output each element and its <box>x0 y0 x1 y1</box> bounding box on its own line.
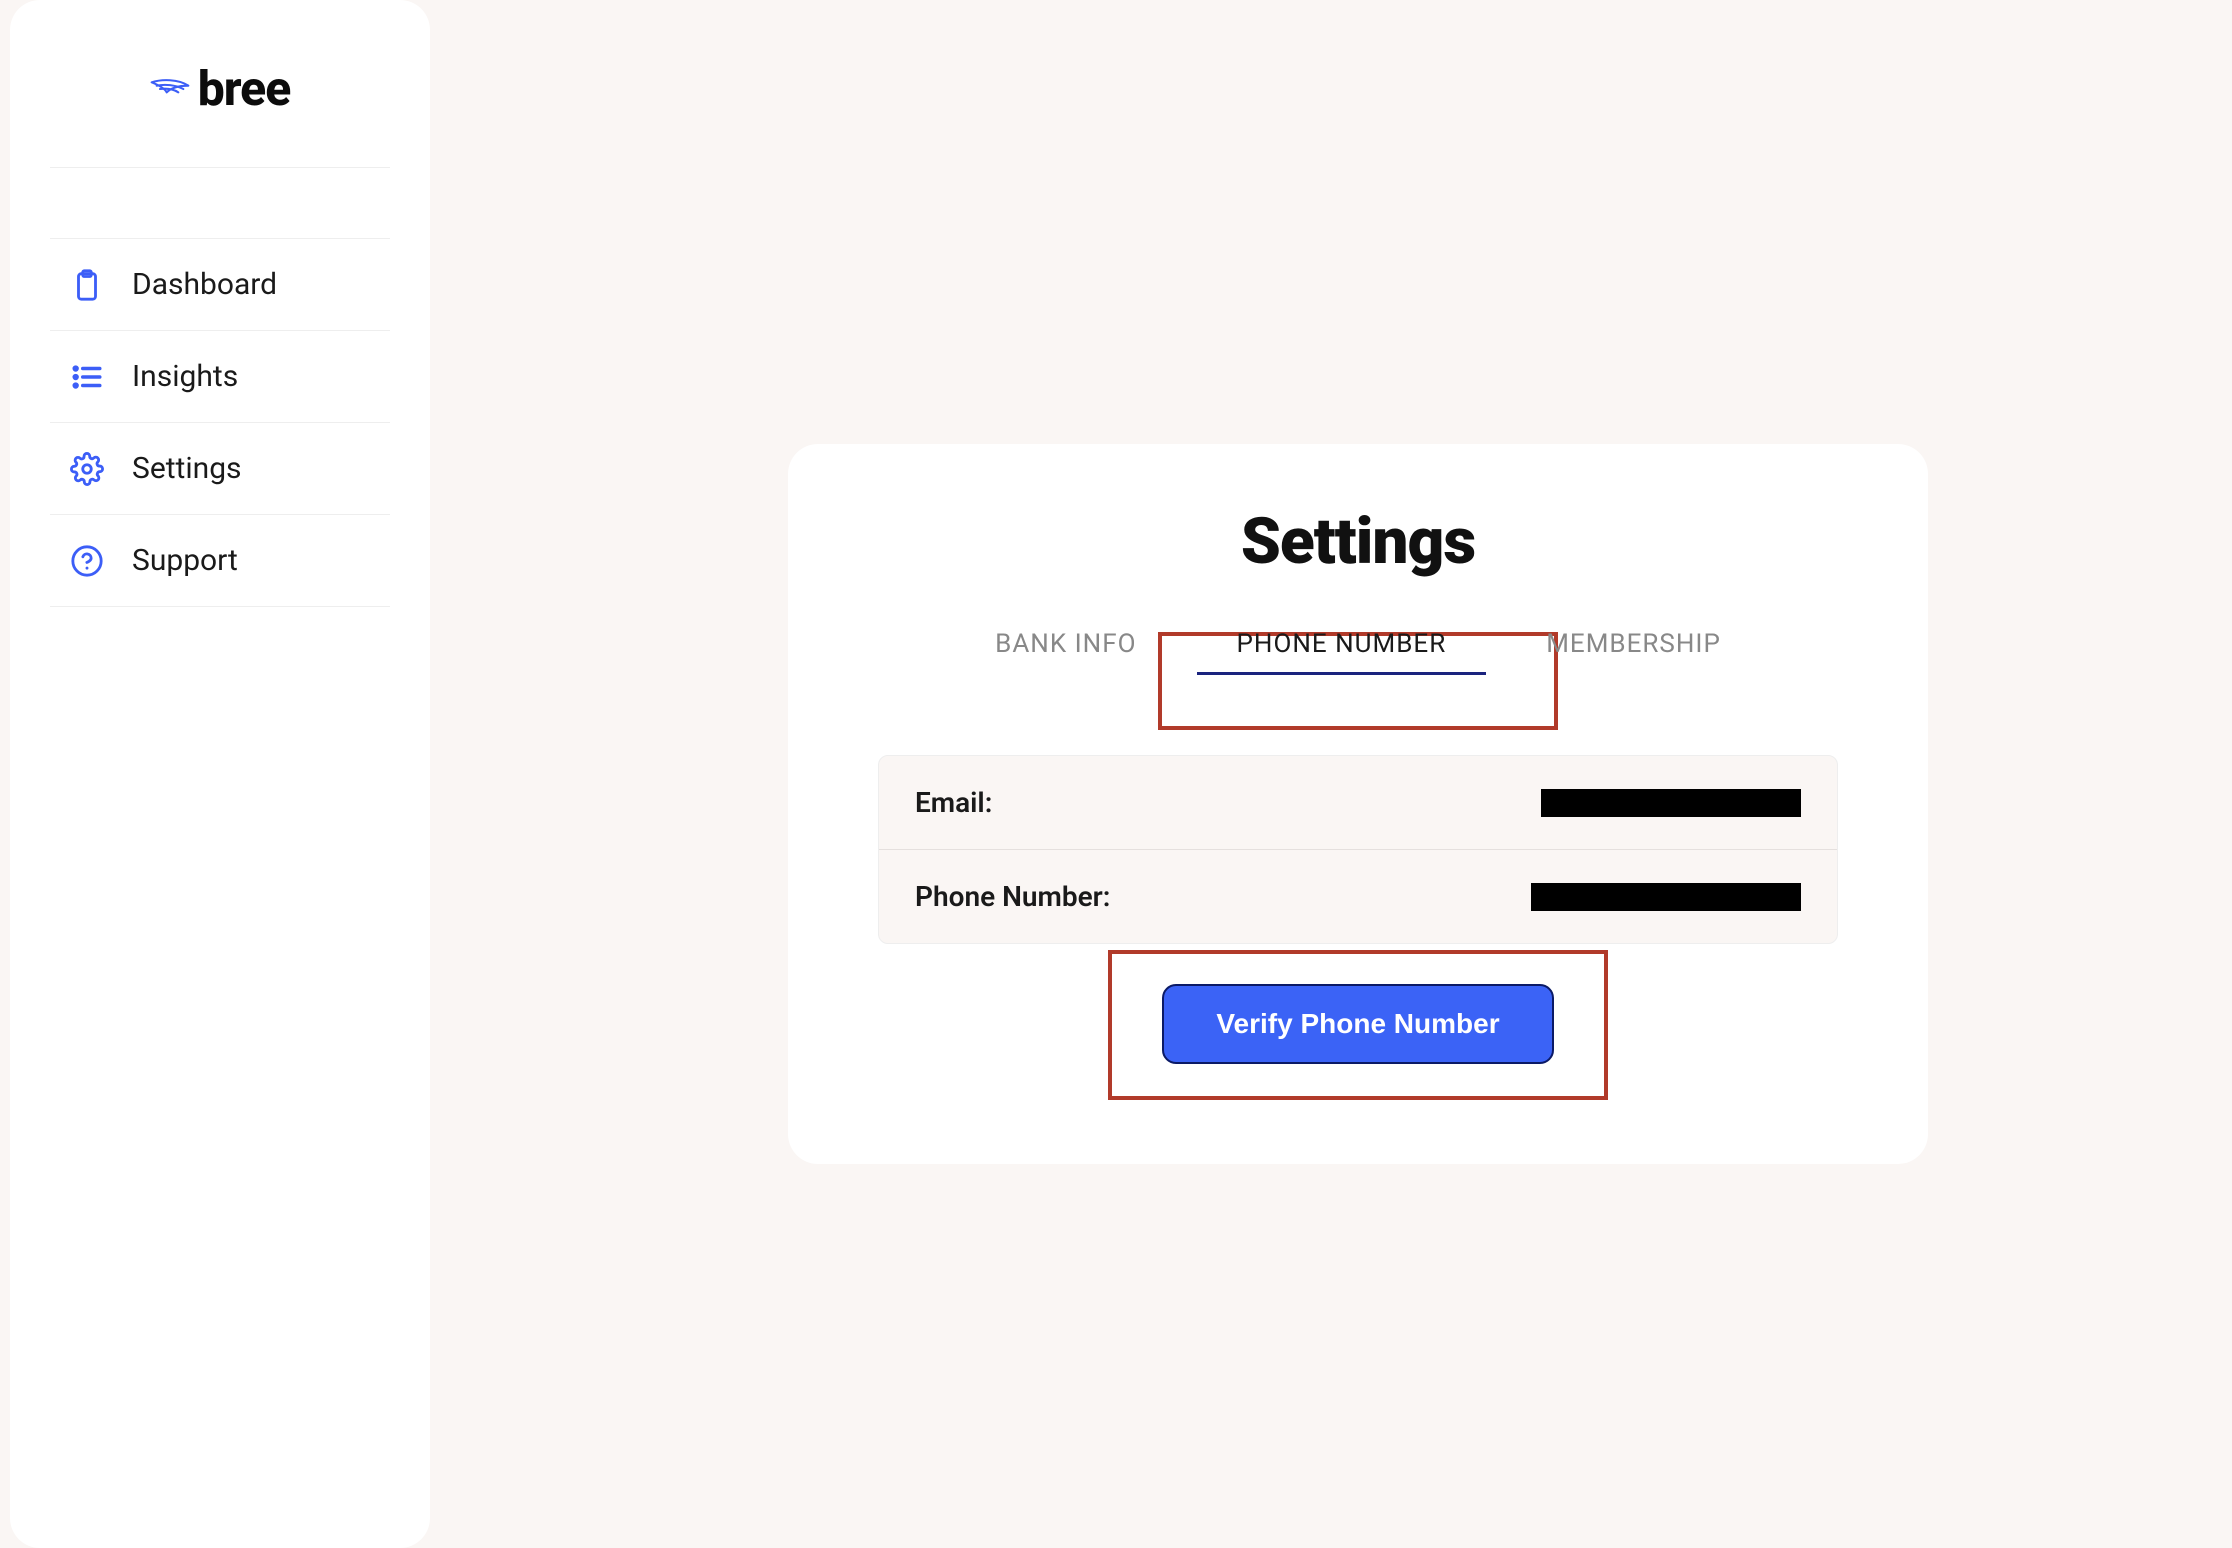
fields-panel: Email: Phone Number: <box>878 755 1838 944</box>
settings-tabs: BANK INFO PHONE NUMBER MEMBERSHIP <box>838 629 1878 675</box>
sidebar: bree Dashboard <box>10 0 430 1548</box>
clipboard-icon <box>70 268 104 302</box>
sidebar-item-settings[interactable]: Settings <box>50 423 390 515</box>
page-title: Settings <box>838 504 1878 579</box>
field-label-phone: Phone Number: <box>915 880 1110 913</box>
sidebar-item-label: Settings <box>132 451 242 486</box>
tab-phone-number[interactable]: PHONE NUMBER <box>1237 629 1447 675</box>
tab-bank-info[interactable]: BANK INFO <box>995 629 1136 675</box>
help-icon <box>70 544 104 578</box>
field-phone: Phone Number: <box>879 849 1837 943</box>
email-value-redacted <box>1541 789 1801 817</box>
field-email: Email: <box>879 756 1837 849</box>
brand-name: bree <box>198 60 291 117</box>
sidebar-item-label: Dashboard <box>132 267 277 302</box>
wing-icon <box>150 76 190 102</box>
gear-icon <box>70 452 104 486</box>
phone-value-redacted <box>1531 883 1801 911</box>
sidebar-item-insights[interactable]: Insights <box>50 331 390 423</box>
logo: bree <box>50 60 390 168</box>
sidebar-item-support[interactable]: Support <box>50 515 390 607</box>
tab-membership[interactable]: MEMBERSHIP <box>1546 629 1721 675</box>
list-icon <box>70 360 104 394</box>
verify-phone-button[interactable]: Verify Phone Number <box>1162 984 1553 1064</box>
settings-card: Settings BANK INFO PHONE NUMBER MEMBERSH… <box>788 444 1928 1164</box>
sidebar-item-label: Insights <box>132 359 238 394</box>
field-label-email: Email: <box>915 786 992 819</box>
sidebar-item-dashboard[interactable]: Dashboard <box>50 238 390 331</box>
sidebar-item-label: Support <box>132 543 238 578</box>
nav-list: Dashboard Insights <box>50 238 390 607</box>
